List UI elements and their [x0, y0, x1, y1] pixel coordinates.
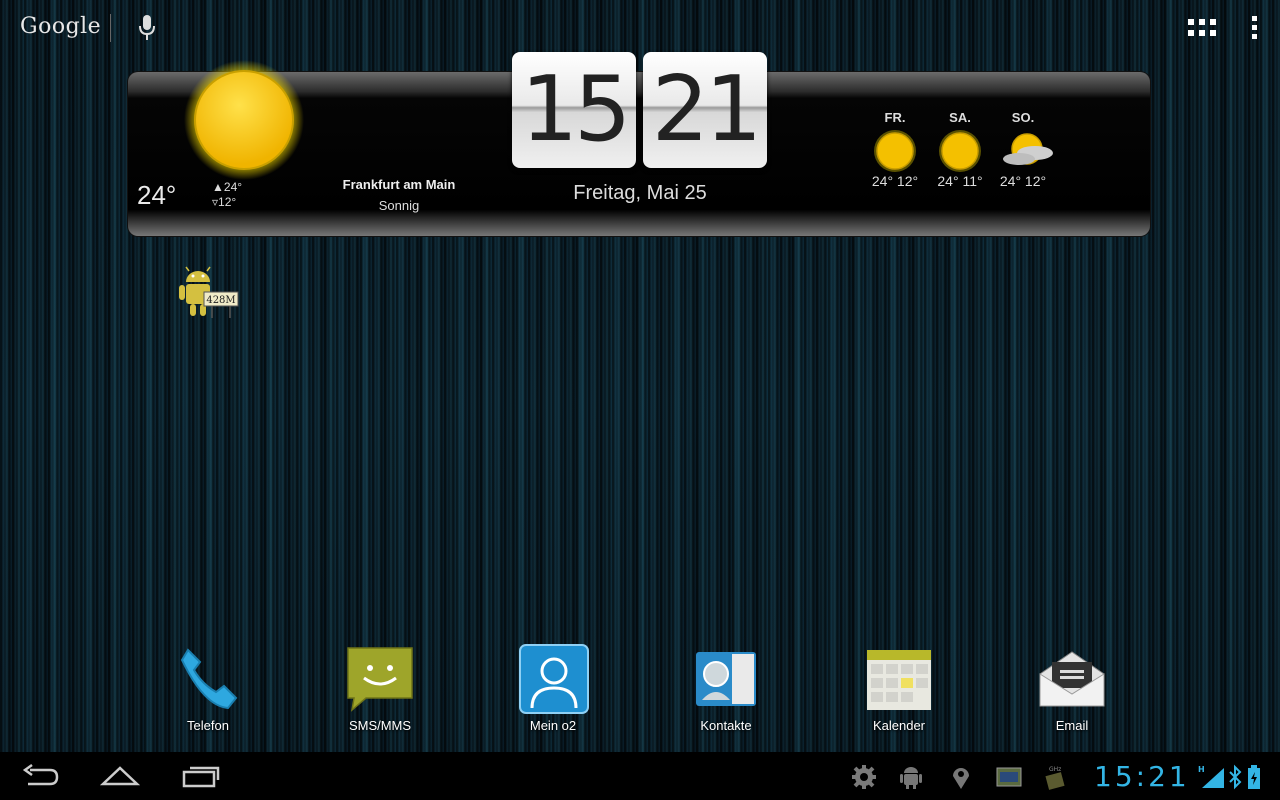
battery-icon[interactable] — [1246, 764, 1262, 790]
high-arrow-icon: ▲ — [212, 180, 224, 194]
low-temp: 12° — [218, 195, 237, 209]
dock-telefon[interactable]: Telefon — [148, 644, 268, 733]
forecast-day-3: SO. 24° 12° — [998, 110, 1053, 189]
location-icon[interactable] — [948, 764, 974, 790]
sun-icon — [873, 129, 917, 173]
search-divider — [110, 14, 111, 42]
current-temperature: 24° — [137, 180, 177, 210]
high-low-temperature: ▲24° ▿12° — [212, 180, 242, 210]
forecast-temps: 24° 12° — [999, 173, 1047, 189]
memory-widget[interactable]: 428M — [174, 266, 240, 320]
settings-gear-icon[interactable] — [851, 764, 877, 790]
high-temp: 24° — [223, 180, 243, 194]
dock-label: Kalender — [872, 718, 926, 733]
location-label: Frankfurt am Main — [342, 177, 456, 192]
person-icon — [519, 644, 589, 714]
contacts-icon — [692, 644, 760, 712]
dock-label: Mein o2 — [529, 718, 577, 733]
phone-icon — [174, 644, 242, 712]
calendar-icon — [865, 644, 933, 712]
sms-icon — [346, 644, 414, 712]
clock-minutes[interactable]: 21 — [643, 52, 767, 168]
cpu-icon[interactable]: GHz — [1043, 764, 1069, 790]
dock-email[interactable]: Email — [1012, 644, 1132, 733]
dock-sms[interactable]: SMS/MMS — [320, 644, 440, 733]
sun-icon — [182, 58, 306, 182]
mic-icon[interactable] — [138, 14, 156, 42]
svg-text:H: H — [1198, 765, 1205, 774]
bluetooth-icon[interactable] — [1228, 764, 1242, 790]
dock-label: Email — [1055, 718, 1089, 733]
forecast-day-label: SO. — [1011, 110, 1035, 125]
forecast-day-label: SA. — [949, 110, 971, 125]
apps-grid-icon[interactable] — [1188, 19, 1216, 37]
gallery-icon[interactable] — [996, 764, 1022, 790]
dock-mein-o2[interactable]: Mein o2 — [493, 644, 613, 733]
clock-hours[interactable]: 15 — [512, 52, 636, 168]
dock-kontakte[interactable]: Kontakte — [666, 644, 786, 733]
dock-label: SMS/MMS — [348, 718, 412, 733]
dock-label: Telefon — [187, 718, 229, 733]
back-icon[interactable] — [22, 762, 60, 792]
email-icon — [1038, 644, 1106, 712]
android-icon[interactable] — [898, 764, 924, 790]
memory-value: 428M — [206, 295, 235, 306]
condition-label: Sonnig — [378, 198, 420, 213]
dock-kalender[interactable]: Kalender — [839, 644, 959, 733]
google-search-logo[interactable]: Google — [20, 14, 101, 39]
sun-icon — [938, 129, 982, 173]
svg-text:GHz: GHz — [1049, 766, 1061, 773]
forecast-day-1: FR. 24° 12° — [870, 110, 920, 189]
home-icon[interactable] — [99, 762, 141, 792]
date-label: Freitag, Mai 25 — [573, 182, 707, 204]
dock-label: Kontakte — [700, 718, 752, 733]
forecast-temps: 24° 11° — [937, 173, 983, 189]
status-clock[interactable]: 15:21 — [1094, 760, 1190, 793]
overflow-menu-icon[interactable] — [1252, 16, 1258, 42]
forecast-day-2: SA. 24° 11° — [935, 110, 985, 189]
partly-cloudy-icon — [1001, 129, 1053, 173]
forecast-day-label: FR. — [884, 110, 906, 125]
recent-apps-icon[interactable] — [182, 762, 220, 792]
forecast-temps: 24° 12° — [871, 173, 919, 189]
signal-icon[interactable]: H — [1198, 764, 1228, 790]
